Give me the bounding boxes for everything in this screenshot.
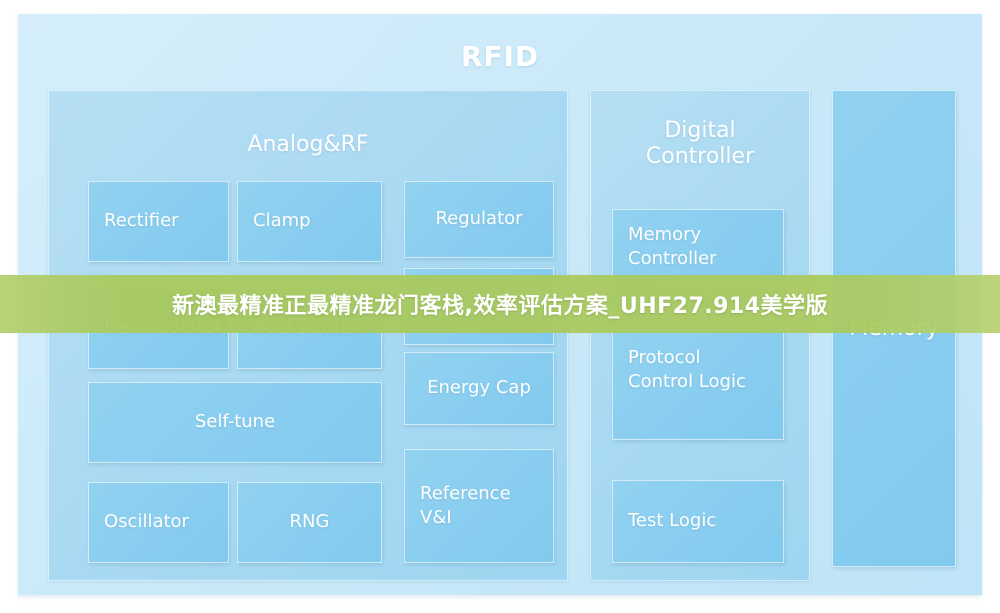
module-reference-v-and-i: Reference V&I xyxy=(404,449,554,563)
watermark-banner-text: 新澳最精准正最精准龙门客栈,效率评估方案_UHF27.914美学版 xyxy=(171,294,829,319)
watermark-banner: 新澳最精准正最精准龙门客栈,效率评估方案_UHF27.914美学版 xyxy=(0,275,1000,333)
module-label: RNG xyxy=(289,511,330,533)
module-label: Clamp xyxy=(253,210,311,232)
module-label: Oscillator xyxy=(104,511,189,533)
diagram-canvas: RFID Analog&RF Digital Controller Rectif… xyxy=(0,0,1000,613)
module-label: Regulator xyxy=(435,208,523,230)
module-label: Reference V&I xyxy=(420,482,511,528)
analog-rf-title: Analog&RF xyxy=(247,132,369,157)
module-protocol-control-logic: Protocol Control Logic xyxy=(612,330,784,440)
module-clamp: Clamp xyxy=(237,181,382,262)
module-rng: RNG xyxy=(237,482,382,563)
module-self-tune: Self-tune xyxy=(88,382,382,463)
module-label: Self-tune xyxy=(194,411,276,433)
module-test-logic: Test Logic xyxy=(612,480,784,563)
module-regulator: Regulator xyxy=(404,181,554,258)
module-label: Test Logic xyxy=(628,510,717,532)
module-label: Memory Controller xyxy=(628,224,717,270)
module-rectifier: Rectifier xyxy=(88,181,229,262)
rfid-title: RFID xyxy=(460,40,540,73)
module-oscillator: Oscillator xyxy=(88,482,229,563)
module-label: Energy Cap xyxy=(427,377,531,399)
module-energy-cap: Energy Cap xyxy=(404,352,554,425)
digital-controller-title: Digital Controller xyxy=(645,118,755,169)
module-label: Protocol Control Logic xyxy=(628,347,746,393)
module-label: Rectifier xyxy=(104,210,179,232)
